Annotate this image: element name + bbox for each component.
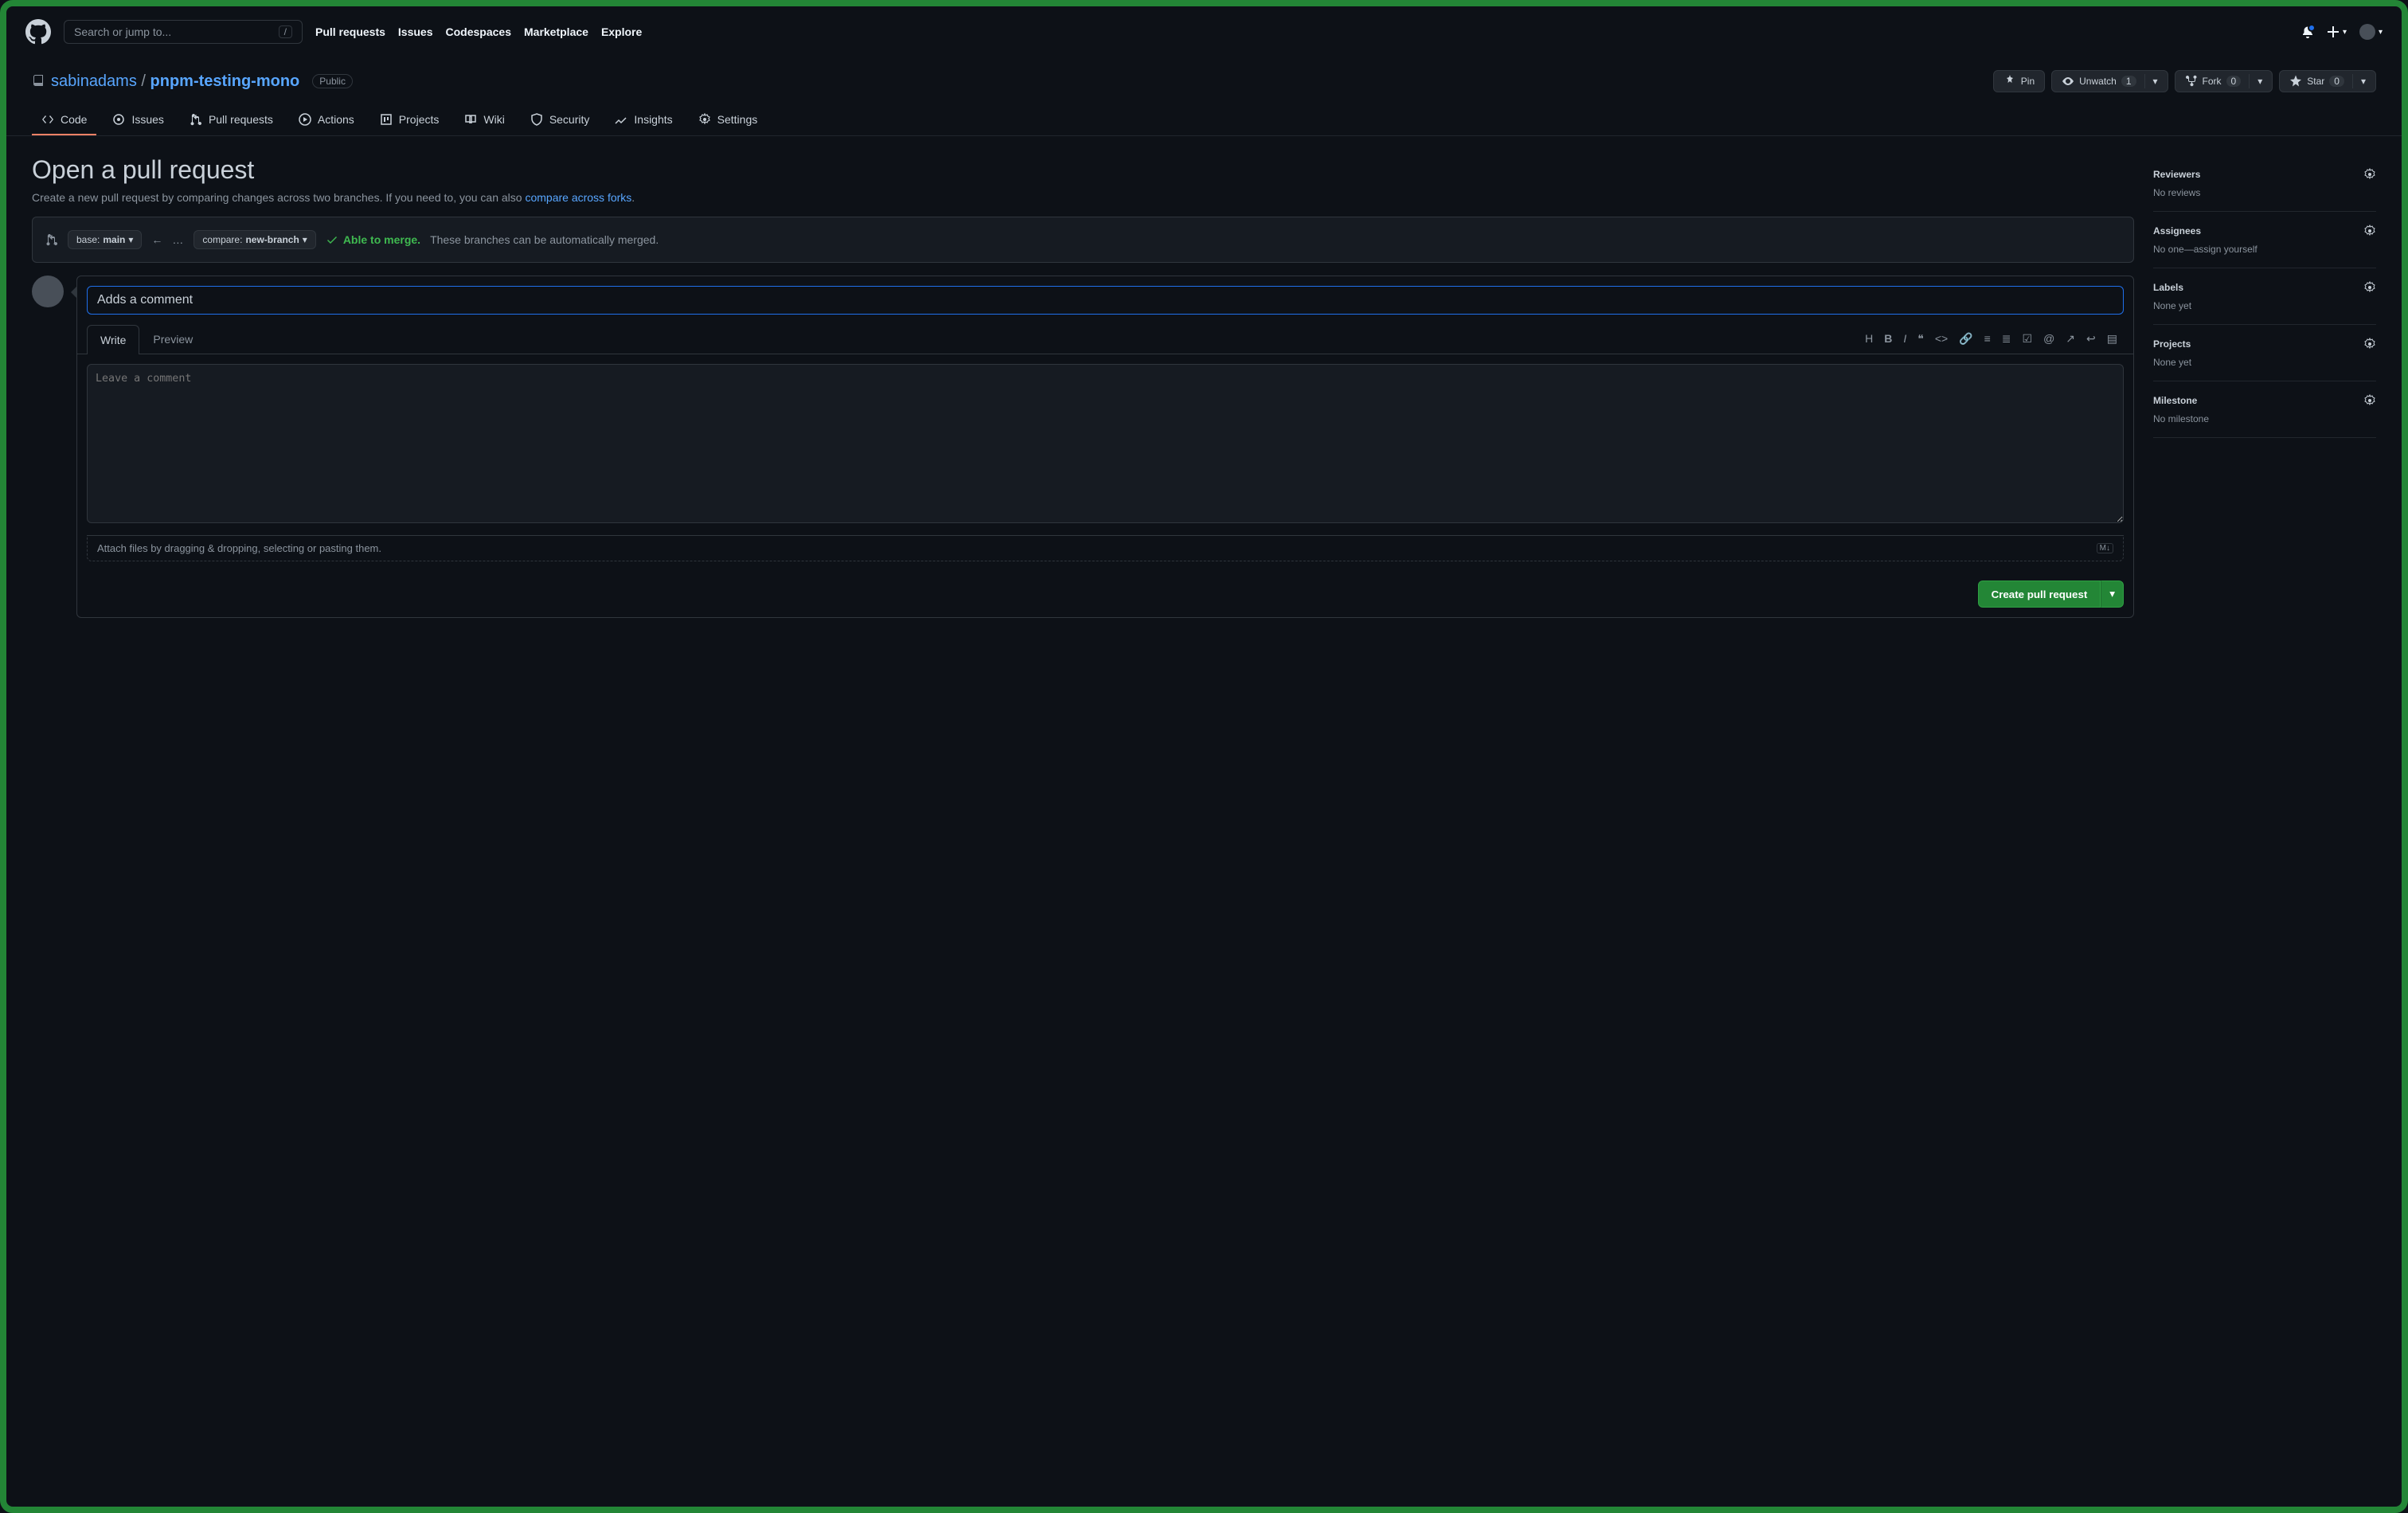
compare-branch-select[interactable]: compare: new-branch ▾ <box>194 230 315 249</box>
merge-message: These branches can be automatically merg… <box>430 233 659 246</box>
star-count: 0 <box>2329 76 2344 87</box>
tab-code[interactable]: Code <box>32 105 96 135</box>
tab-actions[interactable]: Actions <box>289 105 364 135</box>
watch-button[interactable]: Unwatch 1 ▾ <box>2051 70 2168 92</box>
task-list-icon[interactable]: ☑ <box>2023 332 2033 346</box>
nav-issues[interactable]: Issues <box>398 25 433 38</box>
fork-button[interactable]: Fork 0 ▾ <box>2175 70 2273 92</box>
github-logo[interactable] <box>25 19 51 45</box>
gear-icon[interactable] <box>2363 168 2376 181</box>
global-nav: Pull requests Issues Codespaces Marketpl… <box>315 25 642 38</box>
fork-count: 0 <box>2226 76 2242 87</box>
cross-reference-icon[interactable]: ↗ <box>2066 332 2075 346</box>
author-avatar[interactable] <box>32 276 64 307</box>
repo-owner-link[interactable]: sabinadams <box>51 72 137 90</box>
labels-body: None yet <box>2153 300 2376 311</box>
repo-name-link[interactable]: pnpm-testing-mono <box>150 72 300 90</box>
chevron-down-icon: ▾ <box>303 234 307 245</box>
nav-codespaces[interactable]: Codespaces <box>446 25 511 38</box>
ellipsis: … <box>172 233 184 246</box>
assignees-body: No one—assign yourself <box>2153 244 2376 255</box>
tab-issues[interactable]: Issues <box>103 105 173 135</box>
projects-title: Projects <box>2153 338 2191 350</box>
repo-icon <box>32 75 45 88</box>
tab-insights[interactable]: Insights <box>605 105 682 135</box>
nav-pull-requests[interactable]: Pull requests <box>315 25 385 38</box>
compare-bar: base: main ▾ ← … compare: new-branch ▾ A… <box>32 217 2134 263</box>
assign-yourself-link[interactable]: assign yourself <box>2194 244 2258 255</box>
chevron-down-icon: ▾ <box>128 234 133 245</box>
markdown-help-icon[interactable]: M↓ <box>2097 543 2113 553</box>
italic-icon[interactable]: I <box>1903 332 1906 346</box>
chevron-down-icon: ▾ <box>2258 76 2262 87</box>
chevron-down-icon: ▾ <box>2361 76 2366 87</box>
gear-icon[interactable] <box>2363 225 2376 237</box>
milestone-title: Milestone <box>2153 395 2197 406</box>
code-icon[interactable]: <> <box>1935 332 1948 346</box>
create-pr-dropdown[interactable]: ▾ <box>2101 581 2124 608</box>
page-title: Open a pull request <box>32 155 2134 185</box>
heading-icon[interactable]: H <box>1865 332 1873 346</box>
create-new-menu[interactable] <box>2327 25 2347 38</box>
watch-count: 1 <box>2121 76 2136 87</box>
tab-projects[interactable]: Projects <box>370 105 449 135</box>
gear-icon[interactable] <box>2363 281 2376 294</box>
tab-write[interactable]: Write <box>87 325 139 354</box>
attach-hint[interactable]: Attach files by dragging & dropping, sel… <box>87 535 2124 561</box>
gear-icon[interactable] <box>2363 338 2376 350</box>
tab-pull-requests[interactable]: Pull requests <box>180 105 283 135</box>
tab-settings[interactable]: Settings <box>689 105 768 135</box>
tab-wiki[interactable]: Wiki <box>455 105 514 135</box>
search-slash-hint: / <box>279 25 292 38</box>
projects-body: None yet <box>2153 357 2376 368</box>
diff-icon[interactable]: ▤ <box>2107 332 2117 346</box>
tab-security[interactable]: Security <box>521 105 600 135</box>
search-placeholder: Search or jump to... <box>74 25 171 38</box>
ordered-list-icon[interactable]: ≣ <box>2002 332 2011 346</box>
pr-title-input[interactable] <box>87 286 2124 315</box>
star-button[interactable]: Star 0 ▾ <box>2279 70 2376 92</box>
visibility-badge: Public <box>312 74 353 88</box>
bold-icon[interactable]: B <box>1884 332 1892 346</box>
user-avatar <box>2359 24 2375 40</box>
assignees-title: Assignees <box>2153 225 2201 237</box>
compare-forks-link[interactable]: compare across forks <box>525 191 631 204</box>
gear-icon[interactable] <box>2363 394 2376 407</box>
check-icon <box>326 233 338 246</box>
base-branch-select[interactable]: base: main ▾ <box>68 230 142 249</box>
repo-header: sabinadams / pnpm-testing-mono Public Pi… <box>6 57 2402 105</box>
pin-button[interactable]: Pin <box>1993 70 2045 92</box>
pr-sidebar: Reviewers No reviews Assignees No one—as… <box>2153 155 2376 618</box>
unordered-list-icon[interactable]: ≡ <box>1984 332 1991 346</box>
notifications-button[interactable] <box>2301 25 2314 38</box>
mention-icon[interactable]: @ <box>2043 332 2054 346</box>
tab-preview[interactable]: Preview <box>139 324 206 354</box>
reply-icon[interactable]: ↩ <box>2086 332 2096 346</box>
pr-form-box: Write Preview H B I ❝ <> 🔗 ≡ ≣ ☑ @ ↗ <box>76 276 2134 618</box>
user-menu[interactable] <box>2359 24 2383 40</box>
nav-explore[interactable]: Explore <box>601 25 642 38</box>
notification-dot <box>2308 24 2316 32</box>
link-icon[interactable]: 🔗 <box>1959 332 1972 346</box>
labels-title: Labels <box>2153 282 2183 293</box>
pr-comment-textarea[interactable] <box>87 364 2124 523</box>
chevron-down-icon: ▾ <box>2153 76 2158 87</box>
page-title-block: Open a pull request Create a new pull re… <box>32 155 2134 204</box>
reviewers-title: Reviewers <box>2153 169 2200 180</box>
milestone-body: No milestone <box>2153 413 2376 424</box>
nav-marketplace[interactable]: Marketplace <box>524 25 588 38</box>
page-subtitle: Create a new pull request by comparing c… <box>32 191 2134 204</box>
markdown-toolbar: H B I ❝ <> 🔗 ≡ ≣ ☑ @ ↗ ↩ ▤ <box>1865 332 2124 346</box>
global-search[interactable]: Search or jump to... / <box>64 20 303 44</box>
repo-breadcrumb: sabinadams / pnpm-testing-mono <box>51 72 299 91</box>
merge-status: Able to merge. <box>326 233 420 246</box>
create-pr-button[interactable]: Create pull request <box>1978 581 2101 608</box>
global-header: Search or jump to... / Pull requests Iss… <box>6 6 2402 57</box>
repo-nav: Code Issues Pull requests Actions Projec… <box>6 105 2402 136</box>
arrow-left-icon: ← <box>151 233 162 246</box>
quote-icon[interactable]: ❝ <box>1917 332 1924 346</box>
compare-icon <box>45 233 58 246</box>
reviewers-body: No reviews <box>2153 187 2376 198</box>
